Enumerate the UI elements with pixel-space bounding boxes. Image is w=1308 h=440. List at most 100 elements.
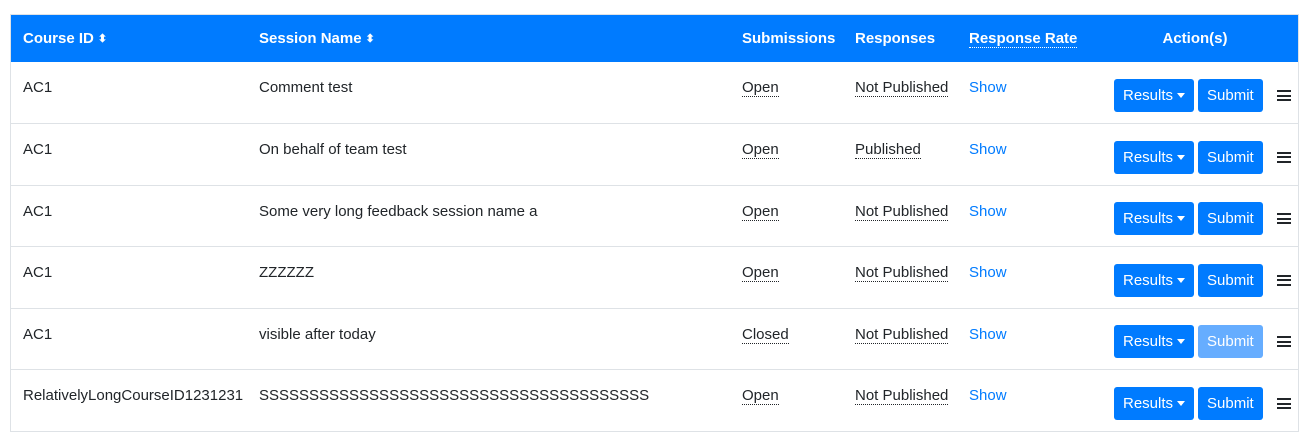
cell-actions: Results Submit bbox=[1092, 62, 1298, 124]
header-submissions: Submissions bbox=[742, 30, 836, 47]
table-row: AC1 On behalf of team test Open Published Sh… bbox=[11, 123, 1298, 186]
table-row: AC1 Some very long feedback session name … bbox=[11, 185, 1298, 247]
header-responses: Responses bbox=[855, 30, 936, 47]
results-dropdown-button[interactable]: Results bbox=[1114, 387, 1195, 420]
results-label: Results bbox=[1123, 271, 1174, 289]
cell-responses: Not Published bbox=[843, 308, 957, 370]
header-response-rate: Response Rate bbox=[969, 30, 1078, 48]
caret-down-icon bbox=[1177, 154, 1186, 160]
hamburger-menu-icon[interactable] bbox=[1276, 90, 1291, 101]
show-response-rate-link[interactable]: Show bbox=[969, 387, 1007, 404]
submissions-status[interactable]: Open bbox=[742, 264, 779, 282]
caret-down-icon bbox=[1177, 277, 1186, 283]
cell-session-name: visible after today bbox=[259, 325, 376, 343]
submissions-status[interactable]: Open bbox=[742, 202, 779, 221]
cell-course-id: AC1 bbox=[23, 325, 53, 343]
hamburger-menu-icon[interactable] bbox=[1276, 398, 1291, 409]
submissions-status[interactable]: Open bbox=[742, 79, 779, 97]
cell-response-rate: Show bbox=[957, 124, 1092, 186]
cell-response-rate: Show bbox=[957, 308, 1092, 370]
table-body: AC1 Comment test Open Not Published Show Resu… bbox=[11, 62, 1298, 431]
table-header-row: Course ID ⬍ Session Name ⬍ Submissions Res… bbox=[11, 15, 1298, 62]
show-response-rate-link[interactable]: Show bbox=[969, 141, 1007, 158]
sort-icon[interactable]: ⬍ bbox=[98, 34, 107, 45]
cell-responses: Not Published bbox=[843, 185, 957, 247]
sessions-table: Course ID ⬍ Session Name ⬍ Submissions Res… bbox=[11, 15, 1298, 431]
table-row: RelativelyLongCourseID1231231 SSSSSSSSSSS… bbox=[11, 369, 1298, 432]
results-dropdown-button[interactable]: Results bbox=[1114, 202, 1195, 236]
cell-response-rate: Show bbox=[957, 370, 1092, 432]
results-dropdown-button[interactable]: Results bbox=[1114, 325, 1195, 359]
header-session-name[interactable]: Session Name ⬍ bbox=[247, 15, 730, 62]
cell-session-name: Comment test bbox=[259, 79, 353, 96]
results-label: Results bbox=[1123, 148, 1174, 166]
cell-course-id: AC1 bbox=[23, 141, 53, 158]
submit-button[interactable]: Submit bbox=[1198, 79, 1263, 112]
cell-course-id: RelativelyLongCourseID1231231 bbox=[23, 387, 244, 404]
cell-responses: Published bbox=[843, 124, 957, 186]
table-row: AC1 ZZZZZZ Open Not Published Show Results Sub… bbox=[11, 246, 1298, 309]
cell-response-rate: Show bbox=[957, 247, 1092, 309]
cell-submissions: Open bbox=[730, 62, 843, 124]
cell-actions: Results Submit bbox=[1092, 247, 1298, 309]
show-response-rate-link[interactable]: Show bbox=[969, 326, 1007, 343]
submit-button[interactable]: Submit bbox=[1198, 202, 1263, 236]
cell-course-id: AC1 bbox=[23, 79, 53, 96]
submissions-status[interactable]: Open bbox=[742, 387, 779, 405]
cell-session-name: Some very long feedback session name a bbox=[259, 202, 538, 220]
header-course-id[interactable]: Course ID ⬍ bbox=[11, 15, 247, 62]
responses-status[interactable]: Not Published bbox=[855, 387, 949, 405]
cell-responses: Not Published bbox=[843, 370, 957, 432]
sessions-table-container: Course ID ⬍ Session Name ⬍ Submissions Res… bbox=[10, 14, 1299, 432]
cell-responses: Not Published bbox=[843, 62, 957, 124]
cell-actions: Results Submit bbox=[1092, 308, 1298, 370]
cell-actions: Results Submit bbox=[1092, 370, 1298, 432]
show-response-rate-link[interactable]: Show bbox=[969, 264, 1007, 281]
cell-submissions: Closed bbox=[730, 308, 843, 370]
hamburger-menu-icon[interactable] bbox=[1276, 213, 1291, 225]
responses-status[interactable]: Not Published bbox=[855, 325, 949, 344]
cell-submissions: Open bbox=[730, 247, 843, 309]
hamburger-menu-icon[interactable] bbox=[1276, 336, 1291, 348]
cell-course-id: AC1 bbox=[23, 264, 53, 281]
responses-status[interactable]: Not Published bbox=[855, 264, 949, 282]
responses-status[interactable]: Not Published bbox=[855, 79, 949, 97]
results-label: Results bbox=[1123, 333, 1174, 351]
cell-session-name: On behalf of team test bbox=[259, 141, 407, 158]
cell-actions: Results Submit bbox=[1092, 124, 1298, 186]
caret-down-icon bbox=[1177, 93, 1186, 98]
header-actions: Action(s) bbox=[1162, 30, 1228, 47]
table-row: AC1 visible after today Closed Not Publishe… bbox=[11, 308, 1298, 370]
results-label: Results bbox=[1123, 210, 1174, 228]
submit-button[interactable]: Submit bbox=[1198, 140, 1263, 174]
cell-response-rate: Show bbox=[957, 185, 1092, 247]
submit-button[interactable]: Submit bbox=[1198, 263, 1263, 297]
caret-down-icon bbox=[1177, 216, 1186, 222]
table-row: AC1 Comment test Open Not Published Show Resu… bbox=[11, 62, 1298, 124]
responses-status[interactable]: Published bbox=[855, 141, 921, 159]
show-response-rate-link[interactable]: Show bbox=[969, 203, 1007, 220]
results-label: Results bbox=[1123, 87, 1174, 104]
cell-submissions: Open bbox=[730, 185, 843, 247]
cell-response-rate: Show bbox=[957, 62, 1092, 124]
hamburger-menu-icon[interactable] bbox=[1276, 151, 1291, 163]
show-response-rate-link[interactable]: Show bbox=[969, 79, 1007, 96]
cell-submissions: Open bbox=[730, 124, 843, 186]
sort-icon[interactable]: ⬍ bbox=[366, 34, 375, 45]
results-dropdown-button[interactable]: Results bbox=[1114, 263, 1195, 297]
cell-responses: Not Published bbox=[843, 247, 957, 309]
submit-button[interactable]: Submit bbox=[1198, 387, 1263, 420]
results-dropdown-button[interactable]: Results bbox=[1114, 140, 1195, 174]
submit-button: Submit bbox=[1198, 325, 1263, 359]
submissions-status[interactable]: Closed bbox=[742, 325, 789, 344]
caret-down-icon bbox=[1177, 401, 1186, 406]
caret-down-icon bbox=[1177, 339, 1186, 345]
results-dropdown-button[interactable]: Results bbox=[1114, 79, 1195, 112]
cell-course-id: AC1 bbox=[23, 202, 53, 220]
results-label: Results bbox=[1123, 395, 1174, 412]
submissions-status[interactable]: Open bbox=[742, 141, 779, 159]
cell-submissions: Open bbox=[730, 370, 843, 432]
cell-session-name: ZZZZZZ bbox=[259, 264, 314, 281]
responses-status[interactable]: Not Published bbox=[855, 202, 949, 221]
hamburger-menu-icon[interactable] bbox=[1276, 274, 1291, 286]
